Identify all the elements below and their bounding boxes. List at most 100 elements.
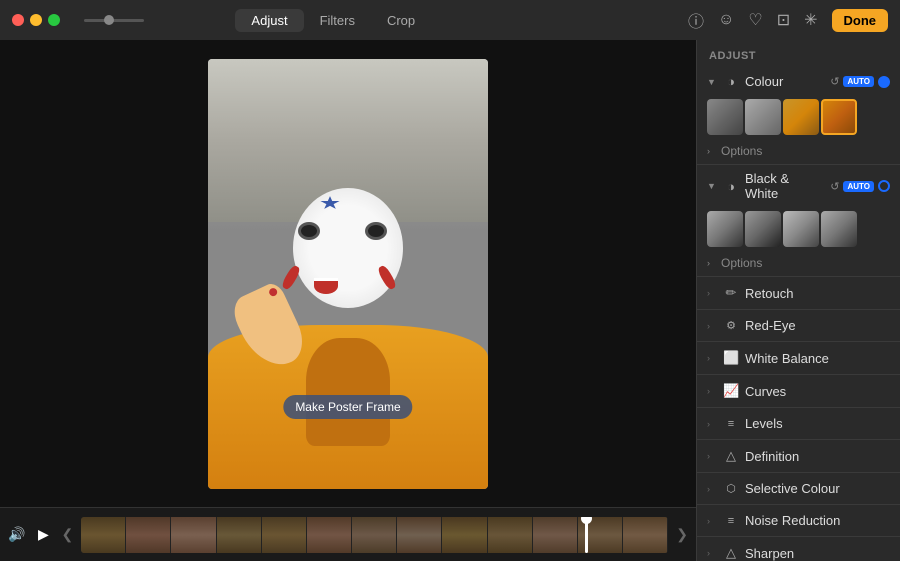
chevron-down-icon: ▼ — [707, 77, 717, 87]
swatch-2[interactable] — [745, 99, 781, 135]
traffic-lights — [12, 14, 60, 26]
heart-icon[interactable]: ♡ — [748, 10, 762, 30]
video-area: Make Poster Frame — [0, 40, 696, 507]
close-button[interactable] — [12, 14, 24, 26]
timeline-playhead[interactable] — [585, 517, 588, 553]
undo-icon[interactable]: ↺ — [830, 180, 839, 193]
bw-label: Black & White — [745, 171, 824, 201]
auto-badge-bw[interactable]: AUTO — [843, 181, 874, 192]
selective-label: Selective Colour — [745, 481, 890, 496]
swatch-4-selected[interactable] — [821, 99, 857, 135]
timeline-frame — [442, 517, 487, 553]
levels-label: Levels — [745, 416, 890, 431]
tab-filters[interactable]: Filters — [304, 9, 371, 32]
tab-crop[interactable]: Crop — [371, 9, 431, 32]
timeline-frame — [307, 517, 352, 553]
timeline-right-arrow[interactable]: ❯ — [676, 526, 688, 543]
timeline-frame — [171, 517, 216, 553]
undo-icon[interactable]: ↺ — [830, 75, 839, 88]
tab-adjust[interactable]: Adjust — [235, 9, 303, 32]
chevron-down-icon: ▼ — [707, 181, 717, 191]
section-sharpen[interactable]: › △ Sharpen — [697, 537, 900, 561]
video-frame: Make Poster Frame — [208, 59, 488, 489]
retouch-icon: ✏ — [723, 285, 739, 301]
eye-right — [365, 222, 387, 240]
timeline-frame — [352, 517, 397, 553]
swatch-3[interactable] — [783, 99, 819, 135]
section-levels[interactable]: › ≡ Levels — [697, 408, 900, 440]
wb-label: White Balance — [745, 351, 890, 366]
done-button[interactable]: Done — [832, 9, 889, 32]
magic-icon[interactable]: ✳ — [804, 10, 817, 30]
section-retouch[interactable]: › ✏ Retouch — [697, 277, 900, 310]
levels-icon: ≡ — [723, 418, 739, 430]
colour-options[interactable]: › Options — [697, 141, 900, 164]
volume-icon[interactable]: 🔊 — [8, 526, 25, 543]
chevron-right-icon: › — [707, 353, 717, 363]
bw-options[interactable]: › Options — [697, 253, 900, 276]
maximize-button[interactable] — [48, 14, 60, 26]
sharpen-label: Sharpen — [745, 546, 890, 561]
redeye-label: Red-Eye — [745, 318, 890, 333]
bw-options-label: Options — [721, 256, 762, 270]
play-button[interactable]: ▶ — [33, 525, 53, 545]
timeline-frame — [623, 517, 668, 553]
face-icon[interactable]: ☺ — [718, 11, 734, 29]
titlebar-tabs: Adjust Filters Crop — [235, 9, 431, 32]
chevron-right-icon: › — [707, 548, 717, 558]
chevron-right-icon: › — [707, 516, 717, 526]
info-icon[interactable]: ⓘ — [688, 8, 704, 32]
timeline-frame — [81, 517, 126, 553]
adjust-header: ADJUST — [697, 40, 900, 68]
sharpen-icon: △ — [723, 545, 739, 561]
chevron-right-icon: › — [707, 146, 717, 156]
chevron-right-icon: › — [707, 451, 717, 461]
bw-swatch-3[interactable] — [783, 211, 819, 247]
section-bw-row[interactable]: ▼ ◑ Black & White ↺ AUTO — [697, 165, 900, 207]
smile-mark-left — [281, 264, 302, 291]
section-selective[interactable]: › ⬡ Selective Colour — [697, 473, 900, 505]
poster-frame-tooltip[interactable]: Make Poster Frame — [283, 395, 412, 419]
options-label: Options — [721, 144, 762, 158]
colour-label: Colour — [745, 74, 824, 89]
timeline-frame — [217, 517, 262, 553]
colour-swatches — [697, 95, 900, 141]
section-bw: ▼ ◑ Black & White ↺ AUTO › Options — [697, 165, 900, 277]
section-definition[interactable]: › △ Definition — [697, 440, 900, 473]
toggle-dot-bw[interactable] — [878, 180, 890, 192]
timeline-strip[interactable] — [81, 517, 668, 553]
bw-swatch-2[interactable] — [745, 211, 781, 247]
toggle-dot[interactable] — [878, 76, 890, 88]
timeline-frame — [397, 517, 442, 553]
section-colour-row[interactable]: ▼ ◑ Colour ↺ AUTO — [697, 68, 900, 95]
titlebar-icons: ⓘ ☺ ♡ ⊡ ✳ Done — [688, 8, 888, 32]
definition-label: Definition — [745, 449, 890, 464]
crop-icon[interactable]: ⊡ — [777, 10, 790, 30]
swatch-1[interactable] — [707, 99, 743, 135]
bw-swatch-4[interactable] — [821, 211, 857, 247]
section-redeye[interactable]: › ⚙ Red-Eye — [697, 310, 900, 342]
mouth — [314, 278, 338, 294]
left-panel: Make Poster Frame 🔊 ▶ ❮ — [0, 40, 696, 561]
noise-label: Noise Reduction — [745, 513, 890, 528]
timeline-left-arrow[interactable]: ❮ — [61, 526, 73, 543]
chevron-right-icon: › — [707, 258, 717, 268]
timeline-frame — [488, 517, 533, 553]
minimize-button[interactable] — [30, 14, 42, 26]
bw-swatches — [697, 207, 900, 253]
selective-icon: ⬡ — [723, 482, 739, 495]
brightness-slider[interactable] — [84, 19, 148, 22]
eye-left — [298, 222, 320, 240]
section-noise[interactable]: › ≡ Noise Reduction — [697, 505, 900, 537]
section-wb[interactable]: › ⬜ White Balance — [697, 342, 900, 375]
curves-icon: 📈 — [723, 383, 739, 399]
auto-badge[interactable]: AUTO — [843, 76, 874, 87]
chevron-right-icon: › — [707, 321, 717, 331]
section-curves[interactable]: › 📈 Curves — [697, 375, 900, 408]
retouch-label: Retouch — [745, 286, 890, 301]
bw-swatch-1[interactable] — [707, 211, 743, 247]
chevron-right-icon: › — [707, 288, 717, 298]
timeline: 🔊 ▶ ❮ ❯ — [0, 507, 696, 561]
wb-icon: ⬜ — [723, 350, 739, 366]
noise-icon: ≡ — [723, 515, 739, 527]
